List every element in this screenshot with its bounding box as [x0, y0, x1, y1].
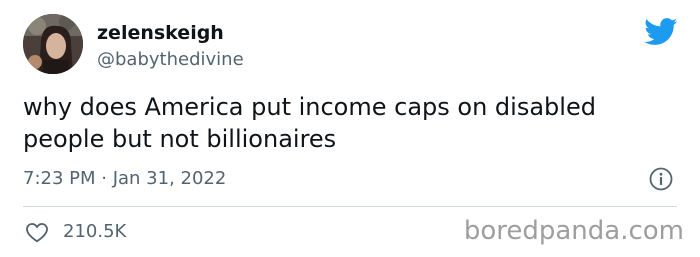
like-count: 210.5K [63, 221, 127, 242]
heart-icon[interactable] [24, 219, 50, 245]
twitter-bird-icon[interactable] [644, 18, 678, 46]
divider [23, 206, 677, 207]
tweet-text: why does America put income caps on disa… [23, 93, 596, 153]
tweet-timestamp[interactable]: 7:23 PM · Jan 31, 2022 [23, 168, 226, 189]
avatar-image [23, 14, 83, 74]
display-name[interactable]: zelenskeigh [97, 22, 224, 44]
info-icon[interactable] [648, 166, 674, 192]
avatar[interactable] [23, 14, 83, 74]
watermark: boredpanda.com [463, 216, 684, 246]
tweet-card: zelenskeigh @babythedivine why does Amer… [0, 0, 700, 257]
user-handle[interactable]: @babythedivine [97, 49, 244, 70]
